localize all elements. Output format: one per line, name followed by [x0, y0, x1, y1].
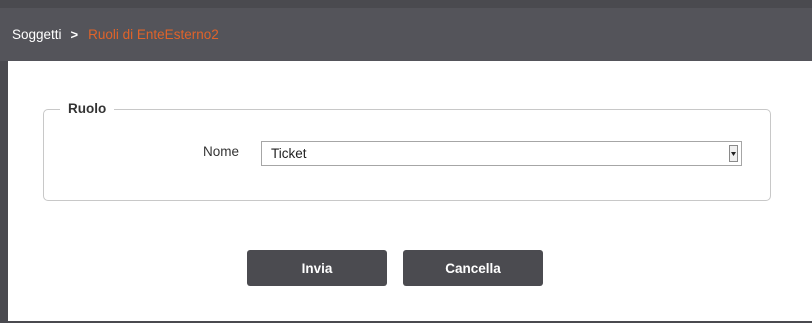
nome-select[interactable]: Ticket: [261, 141, 742, 166]
fieldset-ruolo: Ruolo Nome Ticket: [43, 101, 771, 201]
nome-select-value: Ticket: [271, 146, 307, 161]
breadcrumb: Soggetti > Ruoli di EnteEsterno2: [0, 8, 812, 61]
chevron-right-icon: >: [70, 27, 79, 42]
nome-label: Nome: [202, 144, 239, 159]
main-content: Ruolo Nome Ticket Invia Cancella: [8, 61, 812, 321]
breadcrumb-item-current: Ruoli di EnteEsterno2: [88, 27, 219, 42]
breadcrumb-item-soggetti[interactable]: Soggetti: [12, 27, 62, 42]
fieldset-legend: Ruolo: [60, 101, 115, 116]
cancella-button[interactable]: Cancella: [403, 250, 543, 286]
dropdown-arrow-icon[interactable]: [729, 145, 738, 162]
invia-button[interactable]: Invia: [247, 250, 387, 286]
app-frame: Soggetti > Ruoli di EnteEsterno2 Ruolo N…: [0, 0, 812, 323]
